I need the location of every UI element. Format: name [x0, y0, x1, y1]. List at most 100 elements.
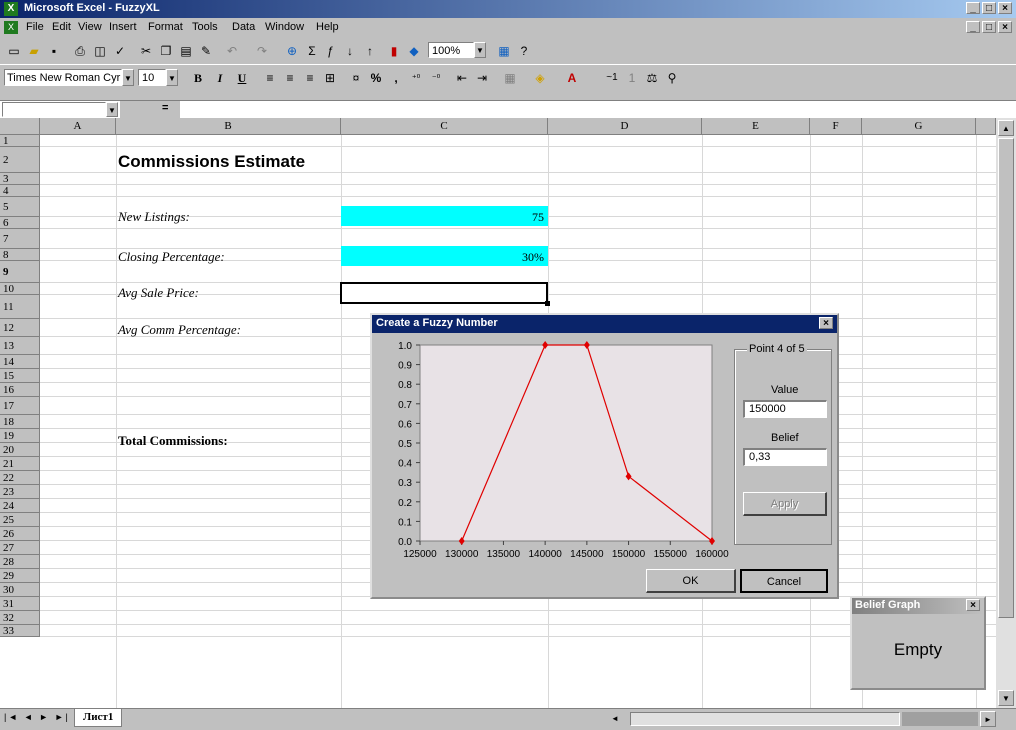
- doc-close-button[interactable]: ×: [998, 21, 1012, 33]
- new-file-icon[interactable]: ▭: [4, 41, 24, 61]
- row-header-6[interactable]: 6: [0, 217, 40, 229]
- belief-graph-close-button[interactable]: ×: [966, 599, 980, 611]
- select-all-corner[interactable]: [0, 118, 40, 135]
- row-header-20[interactable]: 20: [0, 443, 40, 457]
- sort-descending-icon[interactable]: ↑: [360, 41, 380, 61]
- row-header-16[interactable]: 16: [0, 383, 40, 397]
- zoom-select[interactable]: 100%: [428, 42, 474, 58]
- borders-icon[interactable]: ▦: [500, 68, 520, 88]
- column-header-c[interactable]: C: [341, 118, 548, 135]
- open-folder-icon[interactable]: ▰: [24, 41, 44, 61]
- underline-button[interactable]: U: [232, 68, 252, 88]
- row-header-17[interactable]: 17: [0, 397, 40, 415]
- equals-icon[interactable]: =: [162, 102, 168, 114]
- bold-button[interactable]: B: [188, 68, 208, 88]
- paste-icon[interactable]: ▤: [176, 41, 196, 61]
- menu-data[interactable]: Data: [232, 21, 255, 33]
- currency-icon[interactable]: ¤: [346, 68, 366, 88]
- increase-decimal-icon[interactable]: ⁺⁰: [406, 68, 426, 88]
- vertical-scrollbar[interactable]: ▲ ▼: [996, 118, 1016, 708]
- sheet-tab-1[interactable]: Лист1: [74, 709, 123, 727]
- scroll-thumb[interactable]: [998, 138, 1014, 618]
- dialog-close-button[interactable]: ×: [819, 317, 833, 329]
- comma-button[interactable]: ,: [386, 68, 406, 88]
- row-header-25[interactable]: 25: [0, 513, 40, 527]
- column-header-e[interactable]: E: [702, 118, 810, 135]
- menu-tools[interactable]: Tools: [192, 21, 218, 33]
- column-header-a[interactable]: A: [40, 118, 116, 135]
- column-header-f[interactable]: F: [810, 118, 862, 135]
- row-header-29[interactable]: 29: [0, 569, 40, 583]
- italic-button[interactable]: I: [210, 68, 230, 88]
- align-left-icon[interactable]: ≡: [260, 68, 280, 88]
- name-box[interactable]: [2, 102, 106, 117]
- row-header-23[interactable]: 23: [0, 485, 40, 499]
- row-header-30[interactable]: 30: [0, 583, 40, 597]
- function-icon[interactable]: ƒ: [320, 41, 340, 61]
- format-painter-icon[interactable]: ✎: [196, 41, 216, 61]
- cancel-button[interactable]: Cancel: [740, 569, 828, 593]
- autosum-icon[interactable]: Σ: [302, 41, 322, 61]
- row-header-31[interactable]: 31: [0, 597, 40, 611]
- font-name-dropdown-icon[interactable]: ▼: [122, 69, 134, 86]
- tab-navigation-icon[interactable]: |◄ ◄ ► ►|: [4, 712, 70, 722]
- row-header-13[interactable]: 13: [0, 337, 40, 355]
- decrease-decimal-icon[interactable]: ⁻⁰: [426, 68, 446, 88]
- belief-input[interactable]: 0,33: [743, 448, 827, 466]
- row-header-28[interactable]: 28: [0, 555, 40, 569]
- name-box-dropdown-icon[interactable]: ▼: [106, 102, 118, 117]
- drawing-icon[interactable]: ◆: [404, 41, 424, 61]
- row-header-11[interactable]: 11: [0, 295, 40, 319]
- zoom-dropdown-icon[interactable]: ▼: [474, 42, 486, 58]
- decrease-indent-icon[interactable]: ⇤: [452, 68, 472, 88]
- hscroll-right-icon[interactable]: ►: [980, 711, 996, 727]
- row-header-9[interactable]: 9: [0, 261, 40, 283]
- fill-handle[interactable]: [545, 301, 550, 306]
- sort-ascending-icon[interactable]: ↓: [340, 41, 360, 61]
- chart-wizard-icon[interactable]: ▮: [384, 41, 404, 61]
- apply-button[interactable]: Apply: [743, 492, 827, 516]
- row-header-32[interactable]: 32: [0, 611, 40, 625]
- scroll-down-icon[interactable]: ▼: [998, 690, 1014, 706]
- ok-button[interactable]: OK: [646, 569, 736, 593]
- undo-icon[interactable]: ↶: [222, 41, 242, 61]
- row-header-15[interactable]: 15: [0, 369, 40, 383]
- fill-color-icon[interactable]: ◈: [530, 68, 550, 88]
- row-header-22[interactable]: 22: [0, 471, 40, 485]
- menu-help[interactable]: Help: [316, 21, 339, 33]
- save-icon[interactable]: ▪: [44, 41, 64, 61]
- row-header-14[interactable]: 14: [0, 355, 40, 369]
- help-icon[interactable]: ?: [514, 41, 534, 61]
- row-header-4[interactable]: 4: [0, 185, 40, 197]
- minimize-button[interactable]: _: [966, 2, 980, 14]
- close-button[interactable]: ×: [998, 2, 1012, 14]
- doc-minimize-button[interactable]: _: [966, 21, 980, 33]
- minus-one-icon[interactable]: ~1: [602, 68, 622, 88]
- font-size-select[interactable]: 10: [138, 69, 166, 86]
- column-header-g[interactable]: G: [862, 118, 976, 135]
- font-size-dropdown-icon[interactable]: ▼: [166, 69, 178, 86]
- new-listings-cell[interactable]: 75: [341, 206, 548, 226]
- row-header-26[interactable]: 26: [0, 527, 40, 541]
- search-tool-icon[interactable]: ⚲: [662, 68, 682, 88]
- row-header-19[interactable]: 19: [0, 429, 40, 443]
- row-header-18[interactable]: 18: [0, 415, 40, 429]
- horizontal-scrollbar[interactable]: [630, 712, 900, 726]
- column-header-d[interactable]: D: [548, 118, 702, 135]
- copy-icon[interactable]: ❐: [156, 41, 176, 61]
- doc-maximize-button[interactable]: □: [982, 21, 996, 33]
- closing-pct-cell[interactable]: 30%: [341, 246, 548, 266]
- merge-center-icon[interactable]: ⊞: [320, 68, 340, 88]
- row-header-7[interactable]: 7: [0, 229, 40, 249]
- increase-indent-icon[interactable]: ⇥: [472, 68, 492, 88]
- font-name-select[interactable]: Times New Roman Cyr: [4, 69, 122, 86]
- menu-format[interactable]: Format: [148, 21, 183, 33]
- row-header-1[interactable]: 1: [0, 135, 40, 147]
- menu-file[interactable]: File: [26, 21, 44, 33]
- print-icon[interactable]: ⎙: [70, 41, 90, 61]
- print-preview-icon[interactable]: ◫: [90, 41, 110, 61]
- active-cell-c9[interactable]: [340, 282, 548, 304]
- value-input[interactable]: 150000: [743, 400, 827, 418]
- row-header-27[interactable]: 27: [0, 541, 40, 555]
- align-center-icon[interactable]: ≡: [280, 68, 300, 88]
